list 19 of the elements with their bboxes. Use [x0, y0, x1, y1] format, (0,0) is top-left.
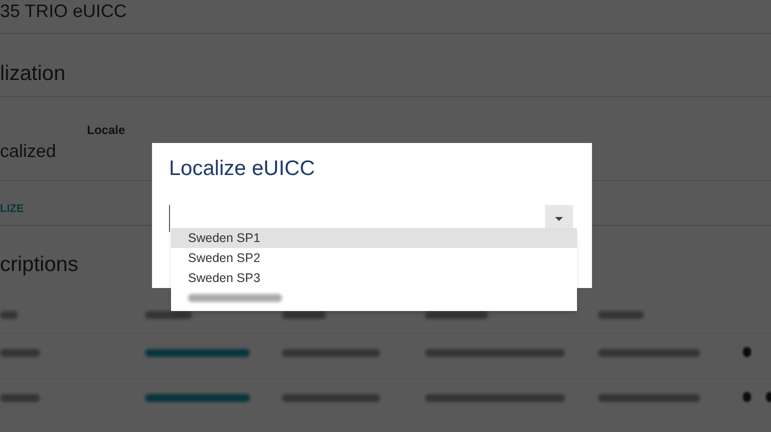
blurred-text [598, 311, 644, 319]
blurred-text [0, 394, 40, 402]
dropdown-option[interactable]: Sweden SP2 [171, 248, 577, 268]
action-icon[interactable] [743, 392, 751, 402]
blurred-text [425, 311, 488, 319]
caret-icon [555, 216, 563, 220]
action-icon[interactable] [743, 347, 751, 357]
dropdown-option[interactable]: Sweden SP3 [171, 268, 577, 288]
blurred-text [145, 311, 192, 319]
dropdown-option[interactable]: Sweden SP1 [171, 228, 577, 248]
status-text: calized [0, 140, 58, 162]
locale-label: Locale [87, 122, 126, 137]
blurred-text [282, 311, 326, 319]
section-heading: lization [0, 61, 66, 87]
page-title: 35 TRIO eUICC [0, 0, 127, 22]
section-heading: criptions [0, 252, 78, 278]
blurred-text [0, 311, 18, 319]
blurred-text [0, 349, 40, 357]
dialog-title: Localize eUICC [169, 157, 315, 181]
